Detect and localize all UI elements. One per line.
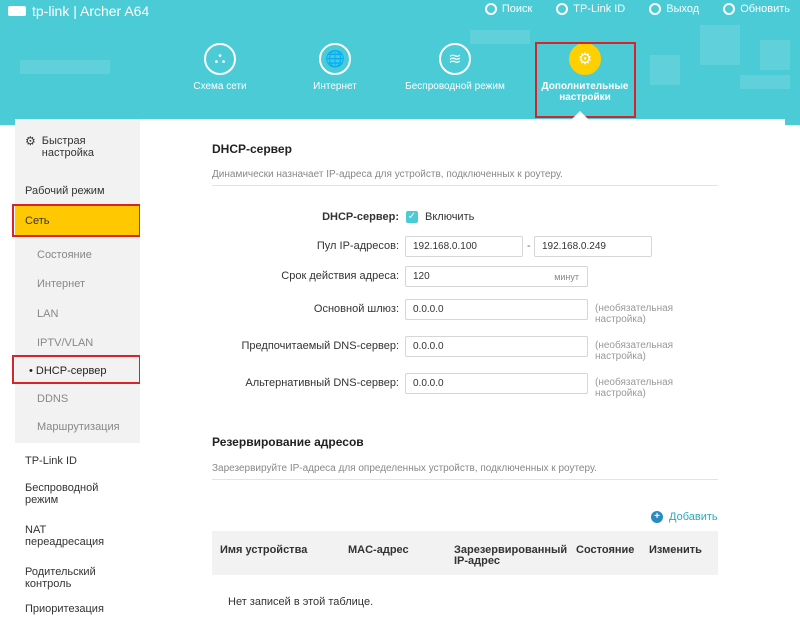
lease-time-label: Срок действия адреса: [281,270,399,282]
gateway-optional-note: (необязательная настройка) [595,303,674,325]
dns1-input[interactable]: 0.0.0.0 [405,336,588,357]
sidebar-item-wireless[interactable]: Беспроводной режим [15,482,98,506]
sidebar-dhcp-frame [12,355,141,384]
divider [212,479,718,480]
sidebar-item-qos[interactable]: Приоритезация [15,603,140,615]
dns1-optional-note: (необязательная настройка) [595,340,674,362]
divider [212,185,718,186]
sidebar-item-label: Быстрая настройка [41,135,95,159]
sidebar-item-lan[interactable]: LAN [15,308,140,320]
sidebar-item-op-mode[interactable]: Рабочий режим [15,185,140,197]
lease-time-input[interactable]: 120 минут [405,266,588,287]
add-reservation-label: Добавить [669,511,718,523]
refresh-link[interactable]: Обновить [723,3,790,15]
dns2-optional-note: (необязательная настройка) [595,377,674,399]
sidebar-item-routing[interactable]: Маршрутизация [15,421,140,433]
ip-pool-start-input[interactable]: 192.168.0.100 [405,236,523,257]
plus-icon: + [651,511,663,523]
gateway-label: Основной шлюз: [313,303,399,315]
sidebar-item-internet[interactable]: Интернет [15,278,140,290]
search-link-label: Поиск [501,3,533,15]
ip-pool-dash: - [527,240,531,252]
refresh-link-label: Обновить [740,3,790,15]
tplink-id-link-label: TP-Link ID [573,3,626,15]
gateway-input[interactable]: 0.0.0.0 [405,299,588,320]
user-icon [556,3,569,15]
column-status: Состояние [576,544,635,556]
top-bar: tp-link | Archer A64 Поиск TP-Link ID Вы… [0,0,800,20]
top-links: Поиск TP-Link ID Выход Обновить [484,3,790,15]
network-map-icon: ⛬ [204,43,236,75]
dns2-input[interactable]: 0.0.0.0 [405,373,588,394]
nav-internet-label: Интернет [313,81,357,92]
sidebar-network-frame [12,204,141,237]
column-mac: MAC-адрес [348,544,409,556]
sidebar: ⚙ Быстрая настройка Рабочий режим Сеть С… [12,119,141,617]
dns2-label: Альтернативный DNS-сервер: [245,377,399,389]
tplink-id-link[interactable]: TP-Link ID [556,3,625,15]
ip-pool-end-input[interactable]: 192.168.0.249 [534,236,652,257]
sidebar-item-iptv[interactable]: IPTV/VLAN [15,337,140,349]
logo-text: tp-link | Archer A64 [32,3,150,19]
sidebar-item-tplink-id[interactable]: TP-Link ID [15,455,140,467]
nav-network-map-label: Схема сети [193,81,247,92]
sidebar-item-quick-setup[interactable]: ⚙ Быстрая настройка [15,135,140,159]
dhcp-enable-label: DHCP-сервер: [322,211,399,223]
sidebar-item-parental[interactable]: Родительский контроль [15,566,105,590]
logo-mark-icon [8,6,26,16]
column-device-name: Имя устройства [220,544,308,556]
dhcp-section-title: DHCP-сервер [212,142,292,156]
reservation-section-title: Резервирование адресов [212,435,364,449]
nav-active-caret [572,111,588,119]
column-reserved-ip: Зарезервированный IP-адрес [454,544,568,567]
logo: tp-link | Archer A64 [8,3,149,19]
dhcp-enable-text: Включить [425,211,475,223]
logout-link[interactable]: Выход [649,3,699,15]
refresh-icon [723,3,736,15]
main-nav: ⛬ Схема сети 🌐 Интернет ≋ Беспроводной р… [0,39,800,119]
dhcp-section-description: Динамически назначает IP-адреса для устр… [212,169,563,180]
reservation-section-description: Зарезервируйте IP-адреса для определенны… [212,463,597,474]
nav-network-map[interactable]: ⛬ Схема сети [170,39,270,92]
logout-link-label: Выход [666,3,700,15]
ip-pool-label: Пул IP-адресов: [316,240,399,252]
lease-time-value: 120 [413,271,430,282]
dhcp-enable-checkbox[interactable]: ✓ [406,211,418,223]
header: tp-link | Archer A64 Поиск TP-Link ID Вы… [0,0,800,125]
wifi-icon: ≋ [439,43,471,75]
lease-time-unit: минут [554,272,579,282]
empty-table-message: Нет записей в этой таблице. [228,596,374,608]
dns1-label: Предпочитаемый DNS-сервер: [241,340,399,352]
search-link[interactable]: Поиск [484,3,533,15]
gear-icon: ⚙ [25,134,36,148]
add-reservation-button[interactable]: + Добавить [651,511,718,523]
sidebar-item-nat[interactable]: NAT переадресация [15,524,105,548]
sidebar-item-ddns[interactable]: DDNS [15,393,140,405]
search-icon [484,3,497,15]
sidebar-item-status[interactable]: Состояние [15,249,140,261]
nav-wireless[interactable]: ≋ Беспроводной режим [405,39,505,92]
nav-wireless-label: Беспроводной режим [405,81,505,92]
column-edit: Изменить [649,544,702,556]
main-panel: DHCP-сервер Динамически назначает IP-адр… [140,119,785,617]
nav-internet[interactable]: 🌐 Интернет [285,39,385,92]
reservation-table-header: Имя устройства MAC-адрес Зарезервированн… [212,531,718,575]
globe-icon: 🌐 [319,43,351,75]
nav-highlight-frame [535,42,636,118]
logout-icon [649,3,662,15]
